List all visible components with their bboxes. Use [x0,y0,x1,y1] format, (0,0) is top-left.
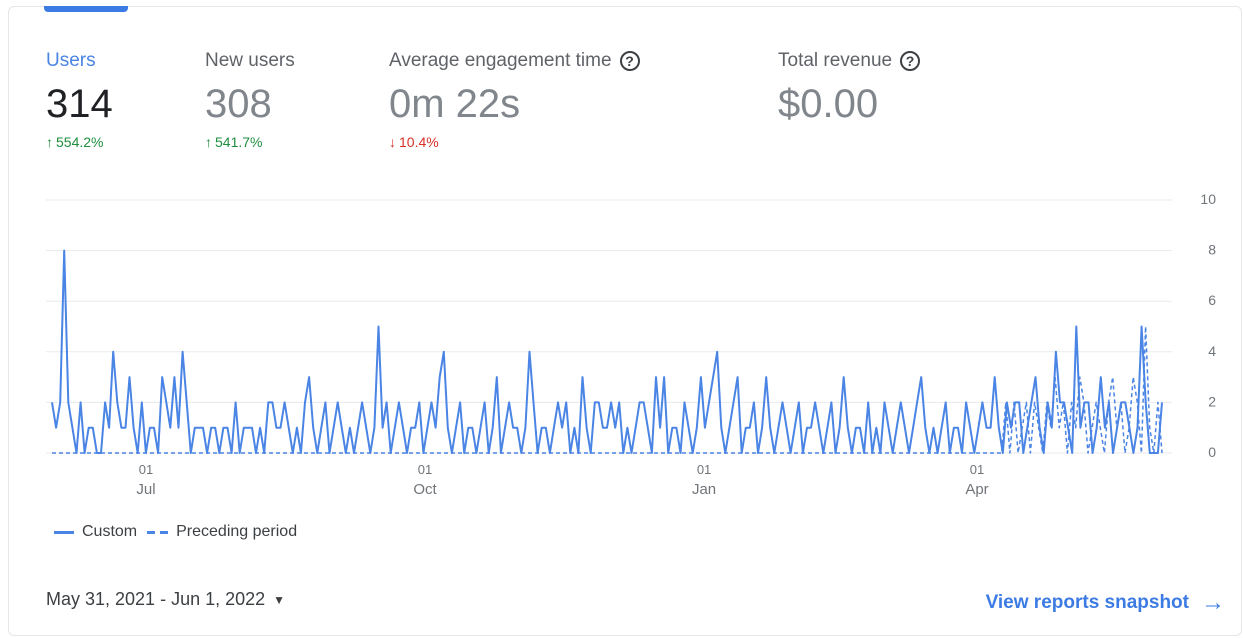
arrow-right-icon: → [1201,589,1225,616]
x-tick-day: 01 [139,462,153,477]
date-range-selector[interactable]: May 31, 2021 - Jun 1, 2022 ▼ [46,589,285,610]
x-tick-day: 01 [970,462,984,477]
y-tick-label: 0 [1208,444,1216,460]
legend-swatch-dashed [147,530,169,534]
x-tick-month: Oct [413,481,437,498]
legend-item-preceding: Preceding period [147,523,297,541]
snapshot-link-label: View reports snapshot [985,592,1189,613]
legend-item-custom: Custom [54,523,137,541]
y-tick-label: 6 [1208,292,1216,308]
x-tick-month: Jan [692,481,716,498]
x-tick-day: 01 [418,462,432,477]
legend-label-custom: Custom [82,523,138,540]
x-tick-month: Jul [136,481,155,498]
legend-swatch-solid [54,530,74,534]
y-tick-label: 10 [1200,191,1216,207]
x-tick-day: 01 [697,462,711,477]
caret-down-icon: ▼ [273,592,286,607]
y-tick-label: 2 [1208,393,1216,409]
x-tick-month: Apr [965,481,988,498]
date-range-label: May 31, 2021 - Jun 1, 2022 [46,589,266,609]
y-tick-label: 4 [1208,343,1216,359]
users-line-chart: 0 2 4 6 8 10 01 Jul 01 Oct 01 Jan 01 Apr [46,191,1216,498]
chart-legend: Custom Preceding period [54,523,297,541]
view-reports-snapshot-link[interactable]: View reports snapshot → [986,589,1225,617]
y-tick-label: 8 [1208,242,1216,258]
legend-label-preceding: Preceding period [176,523,298,540]
